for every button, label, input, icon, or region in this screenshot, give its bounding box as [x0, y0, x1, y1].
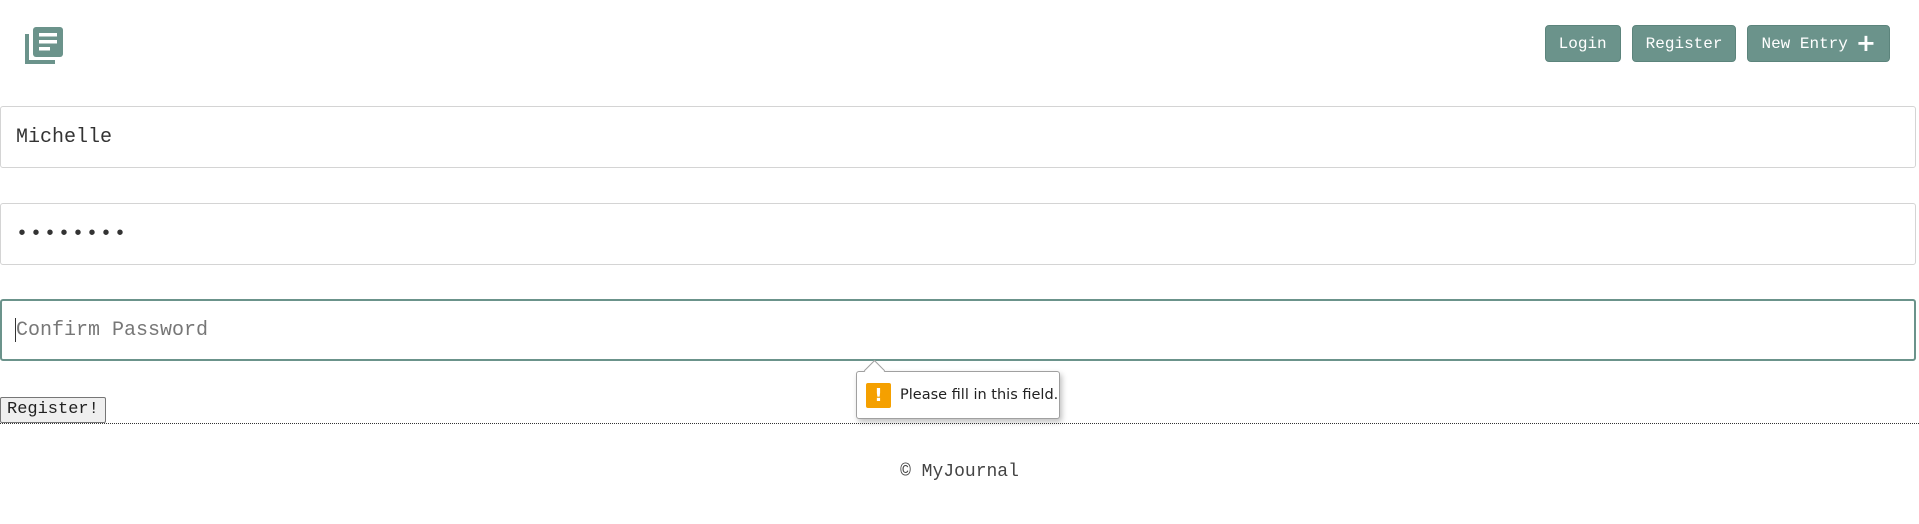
copyright-text: © MyJournal — [900, 462, 1019, 482]
header: Login Register New Entry + — [0, 0, 1919, 90]
tooltip-arrow — [863, 359, 886, 382]
login-label: Login — [1558, 34, 1607, 53]
footer-divider — [0, 423, 1919, 424]
validation-tooltip: ! Please fill in this field. — [856, 359, 1060, 419]
register-submit-button[interactable]: Register! — [0, 397, 106, 423]
validation-message: Please fill in this field. — [900, 387, 1059, 403]
footer: © MyJournal — [0, 462, 1919, 482]
text-caret — [15, 318, 16, 342]
plus-icon: + — [1855, 28, 1876, 57]
confirm-password-field[interactable] — [0, 299, 1916, 361]
username-field[interactable] — [0, 106, 1916, 168]
warning-icon: ! — [866, 382, 891, 408]
new-entry-label: New Entry — [1761, 34, 1848, 53]
register-label: Register — [1645, 34, 1723, 53]
top-nav: Login Register New Entry + — [1544, 25, 1890, 62]
register-nav-button[interactable]: Register — [1631, 25, 1737, 62]
journal-logo-icon[interactable] — [24, 24, 66, 66]
login-button[interactable]: Login — [1544, 25, 1621, 62]
new-entry-button[interactable]: New Entry + — [1747, 25, 1890, 62]
password-field[interactable] — [0, 203, 1916, 265]
